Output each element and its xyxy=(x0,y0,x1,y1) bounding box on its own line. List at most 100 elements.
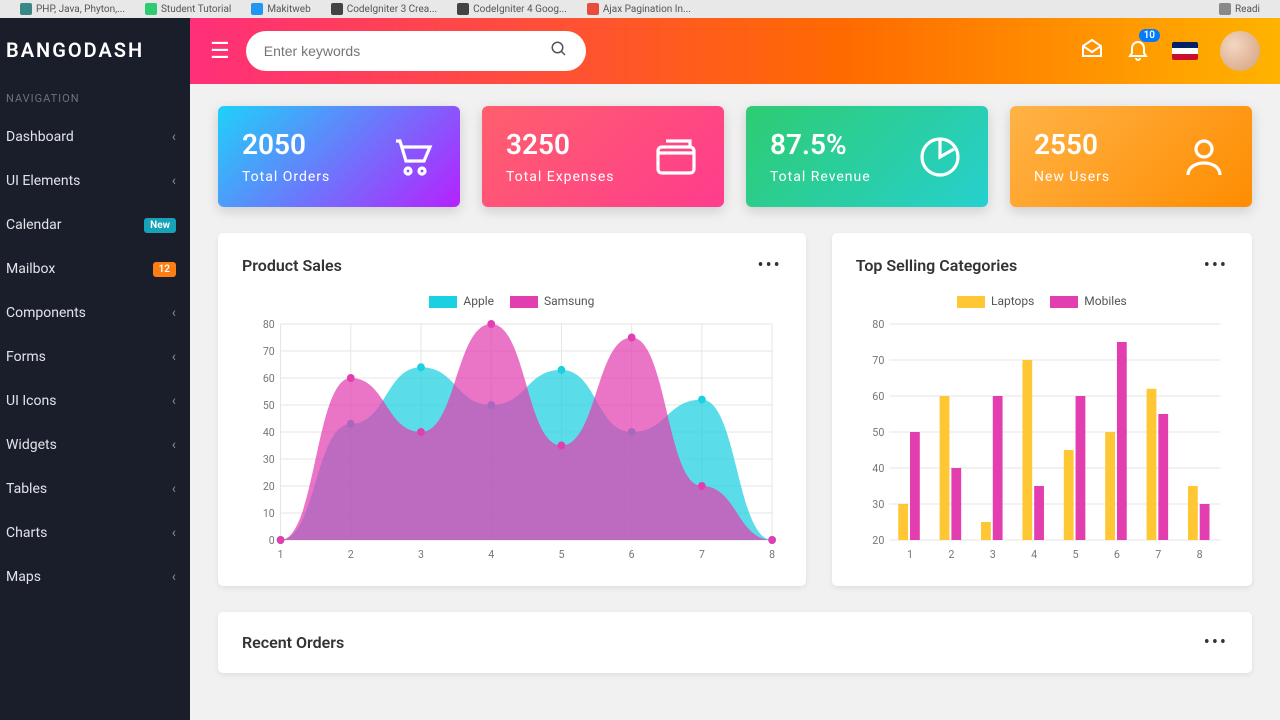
stat-label: Total Expenses xyxy=(506,169,615,185)
browser-tab[interactable]: Makitweb xyxy=(251,3,310,15)
stat-value: 87.5% xyxy=(770,128,871,161)
svg-text:70: 70 xyxy=(872,354,884,367)
bell-icon[interactable]: 10 xyxy=(1126,37,1150,66)
legend-item[interactable]: Laptops xyxy=(957,294,1034,308)
svg-text:80: 80 xyxy=(872,318,884,331)
sidebar-item-dashboard[interactable]: Dashboard ‹ xyxy=(0,115,190,159)
browser-tab[interactable]: Ajax Pagination In... xyxy=(587,3,691,15)
chevron-left-icon: ‹ xyxy=(172,129,176,145)
svg-text:3: 3 xyxy=(989,548,995,561)
svg-text:5: 5 xyxy=(1072,548,1078,561)
browser-tab[interactable]: CodeIgniter 3 Crea... xyxy=(331,3,437,15)
sidebar-item-label: Maps xyxy=(6,569,41,585)
chevron-left-icon: ‹ xyxy=(172,305,176,321)
search-icon[interactable] xyxy=(550,40,568,62)
sidebar-item-ui-elements[interactable]: UI Elements‹ xyxy=(0,159,190,203)
product-sales-panel: Product Sales ••• AppleSamsung 010203040… xyxy=(218,233,806,586)
svg-text:40: 40 xyxy=(872,462,884,475)
sidebar-item-label: Mailbox xyxy=(6,261,55,277)
svg-text:50: 50 xyxy=(872,426,884,439)
svg-text:20: 20 xyxy=(263,480,275,493)
svg-text:8: 8 xyxy=(1196,548,1202,561)
sidebar-item-label: Forms xyxy=(6,349,46,365)
sidebar-item-label: Components xyxy=(6,305,86,321)
panel-title: Product Sales xyxy=(242,256,342,275)
sidebar-item-label: Calendar xyxy=(6,217,62,233)
sidebar-item-ui-icons[interactable]: UI Icons‹ xyxy=(0,379,190,423)
user-icon xyxy=(1180,133,1228,181)
nav-section-header: NAVIGATION xyxy=(0,82,190,115)
search-box[interactable] xyxy=(246,31,586,71)
sidebar-badge: New xyxy=(144,218,176,233)
svg-text:50: 50 xyxy=(263,399,275,412)
svg-text:3: 3 xyxy=(418,548,424,561)
panel-menu-icon[interactable]: ••• xyxy=(1204,632,1228,653)
svg-text:1: 1 xyxy=(907,548,913,561)
stat-label: New Users xyxy=(1034,169,1110,185)
svg-text:7: 7 xyxy=(699,548,705,561)
reading-list[interactable]: Readi xyxy=(1219,3,1260,15)
chevron-left-icon: ‹ xyxy=(172,173,176,189)
menu-toggle-icon[interactable]: ☰ xyxy=(210,39,230,64)
sidebar-badge: 12 xyxy=(153,262,176,277)
sidebar-item-label: Dashboard xyxy=(6,129,74,145)
sidebar-item-calendar[interactable]: Calendar New xyxy=(0,203,190,247)
stat-label: Total Revenue xyxy=(770,169,871,185)
browser-tab-strip: PHP, Java, Phyton,... Student Tutorial M… xyxy=(0,0,1280,18)
panel-menu-icon[interactable]: ••• xyxy=(758,255,782,276)
top-categories-chart: 2030405060708012345678 xyxy=(856,314,1228,564)
panel-title: Recent Orders xyxy=(242,633,344,652)
notification-count-badge: 10 xyxy=(1139,29,1160,42)
sidebar-item-tables[interactable]: Tables ‹ xyxy=(0,467,190,511)
sidebar-item-forms[interactable]: Forms‹ xyxy=(0,335,190,379)
product-sales-chart: 0102030405060708012345678 xyxy=(242,314,782,564)
chevron-left-icon: ‹ xyxy=(172,525,176,541)
svg-text:80: 80 xyxy=(263,318,275,331)
svg-text:60: 60 xyxy=(872,390,884,403)
legend-item[interactable]: Apple xyxy=(429,294,494,308)
content-area: 2050Total Orders3250Total Expenses87.5%T… xyxy=(190,84,1280,720)
legend-item[interactable]: Mobiles xyxy=(1050,294,1126,308)
sidebar-item-label: Charts xyxy=(6,525,47,541)
stat-card-total-expenses[interactable]: 3250Total Expenses xyxy=(482,106,724,207)
sidebar-item-mailbox[interactable]: Mailbox 12 xyxy=(0,247,190,291)
browser-tab[interactable]: Student Tutorial xyxy=(145,3,231,15)
chevron-left-icon: ‹ xyxy=(172,481,176,497)
svg-text:40: 40 xyxy=(263,426,275,439)
sidebar-item-label: Tables xyxy=(6,481,47,497)
svg-text:60: 60 xyxy=(263,372,275,385)
stat-value: 2050 xyxy=(242,128,330,161)
legend-item[interactable]: Samsung xyxy=(510,294,594,308)
stat-card-new-users[interactable]: 2550 New Users xyxy=(1010,106,1252,207)
search-input[interactable] xyxy=(264,43,550,59)
user-avatar[interactable] xyxy=(1220,31,1260,71)
svg-text:10: 10 xyxy=(263,507,275,520)
stat-card-total-orders[interactable]: 2050Total Orders xyxy=(218,106,460,207)
sidebar-item-maps[interactable]: Maps ‹ xyxy=(0,555,190,599)
panel-title: Top Selling Categories xyxy=(856,256,1017,275)
svg-text:2: 2 xyxy=(348,548,354,561)
sidebar-item-charts[interactable]: Charts ‹ xyxy=(0,511,190,555)
browser-tab[interactable]: PHP, Java, Phyton,... xyxy=(20,3,125,15)
sidebar-item-label: UI Icons xyxy=(6,393,56,409)
panel-menu-icon[interactable]: ••• xyxy=(1204,255,1228,276)
brand-logo[interactable]: BangoDash xyxy=(0,18,190,82)
topbar: ☰ 10 xyxy=(190,18,1280,84)
chevron-left-icon: ‹ xyxy=(172,569,176,585)
language-flag[interactable] xyxy=(1172,42,1198,60)
sidebar-item-components[interactable]: Components ‹ xyxy=(0,291,190,335)
browser-tab[interactable]: CodeIgniter 4 Goog... xyxy=(457,3,567,15)
top-categories-panel: Top Selling Categories ••• Laptops Mobile… xyxy=(832,233,1252,586)
stat-card-total-revenue[interactable]: 87.5% Total Revenue xyxy=(746,106,988,207)
cart-icon xyxy=(388,133,436,181)
mail-icon[interactable] xyxy=(1080,37,1104,66)
svg-text:1: 1 xyxy=(278,548,284,561)
svg-text:70: 70 xyxy=(263,345,275,358)
svg-text:30: 30 xyxy=(872,498,884,511)
sidebar-item-label: Widgets xyxy=(6,437,57,453)
svg-text:0: 0 xyxy=(269,534,275,547)
sidebar-item-widgets[interactable]: Widgets ‹ xyxy=(0,423,190,467)
svg-text:4: 4 xyxy=(1031,548,1037,561)
chevron-left-icon: ‹ xyxy=(172,437,176,453)
stat-value: 2550 xyxy=(1034,128,1110,161)
